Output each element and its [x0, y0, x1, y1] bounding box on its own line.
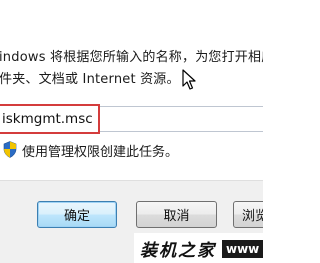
open-input-extension[interactable] [100, 106, 263, 132]
watermark-url-bar: www [222, 240, 263, 258]
mouse-pointer-icon [182, 69, 196, 90]
run-dialog: indows 将根据您所输入的名称，为您打开相应的 件夹、文档或 Interne… [0, 0, 263, 263]
site-watermark: 装机之家 www [134, 233, 263, 263]
browse-button[interactable]: 浏览 [233, 201, 263, 228]
watermark-text: 装机之家 [140, 241, 216, 261]
admin-privilege-note: 使用管理权限创建此任务。 [22, 145, 179, 160]
ok-button[interactable]: 确定 [37, 201, 117, 228]
uac-shield-icon [3, 141, 17, 158]
open-input-highlight[interactable] [0, 104, 100, 134]
description-line-2: 件夹、文档或 Internet 资源。 [0, 72, 180, 87]
open-input[interactable] [2, 108, 97, 130]
description-line-1: indows 将根据您所输入的名称，为您打开相应的 [0, 50, 263, 65]
cancel-button[interactable]: 取消 [136, 201, 217, 228]
